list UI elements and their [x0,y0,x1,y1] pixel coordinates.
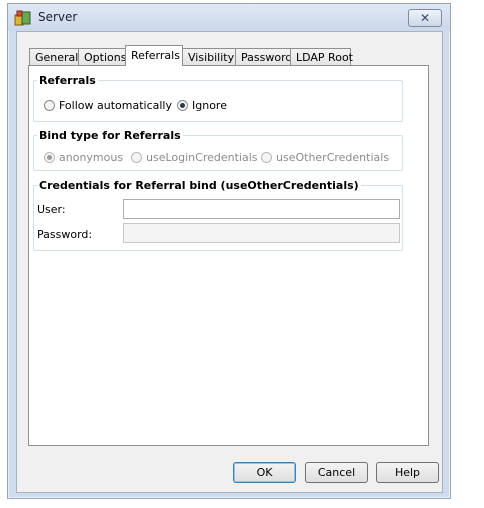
ok-button[interactable]: OK [233,462,296,483]
radio-indicator [177,100,188,111]
radio-indicator [44,152,55,163]
radio-label: Follow automatically [59,99,172,112]
radio-use-other-credentials[interactable]: useOtherCredentials [261,151,389,164]
tab-ldap-root[interactable]: LDAP Root [290,48,353,65]
close-icon: ✕ [419,11,431,25]
radio-label: Ignore [192,99,227,112]
tab-referrals[interactable]: Referrals [125,45,183,66]
password-field[interactable] [123,223,400,243]
tab-panel-referrals: Referrals Follow automatically Ignore Bi… [28,65,429,446]
user-label: User: [37,203,66,216]
referrals-legend: Referrals [39,74,96,87]
help-button[interactable]: Help [376,462,439,483]
radio-anonymous[interactable]: anonymous [44,151,123,164]
tab-general[interactable]: General [29,48,79,65]
user-field[interactable] [123,199,400,219]
app-icon [14,10,31,26]
tab-password[interactable]: Password [235,48,292,65]
radio-indicator [44,100,55,111]
radio-follow-automatically[interactable]: Follow automatically [44,99,172,112]
radio-ignore[interactable]: Ignore [177,99,227,112]
tab-options[interactable]: Options [78,48,126,65]
password-label: Password: [37,228,93,241]
server-dialog: Server ✕ General Options Referrals Visib… [7,3,451,499]
dialog-body: General Options Referrals Visibility Pas… [16,31,443,493]
radio-label: useOtherCredentials [276,151,390,164]
cancel-button[interactable]: Cancel [305,462,368,483]
tab-visibility[interactable]: Visibility [182,48,236,65]
radio-indicator [131,152,142,163]
radio-use-login-credentials[interactable]: useLoginCredentials [131,151,258,164]
window-title: Server [38,10,78,24]
radio-label: useLoginCredentials [146,151,258,164]
radio-indicator [261,152,272,163]
bind-type-legend: Bind type for Referrals [39,129,181,142]
bind-type-group: Bind type for Referrals [33,129,403,171]
radio-label: anonymous [59,151,124,164]
referrals-group: Referrals [33,74,403,122]
credentials-legend: Credentials for Referral bind (useOtherC… [39,179,359,192]
title-bar[interactable]: Server ✕ [8,4,450,31]
close-button[interactable]: ✕ [408,9,442,27]
